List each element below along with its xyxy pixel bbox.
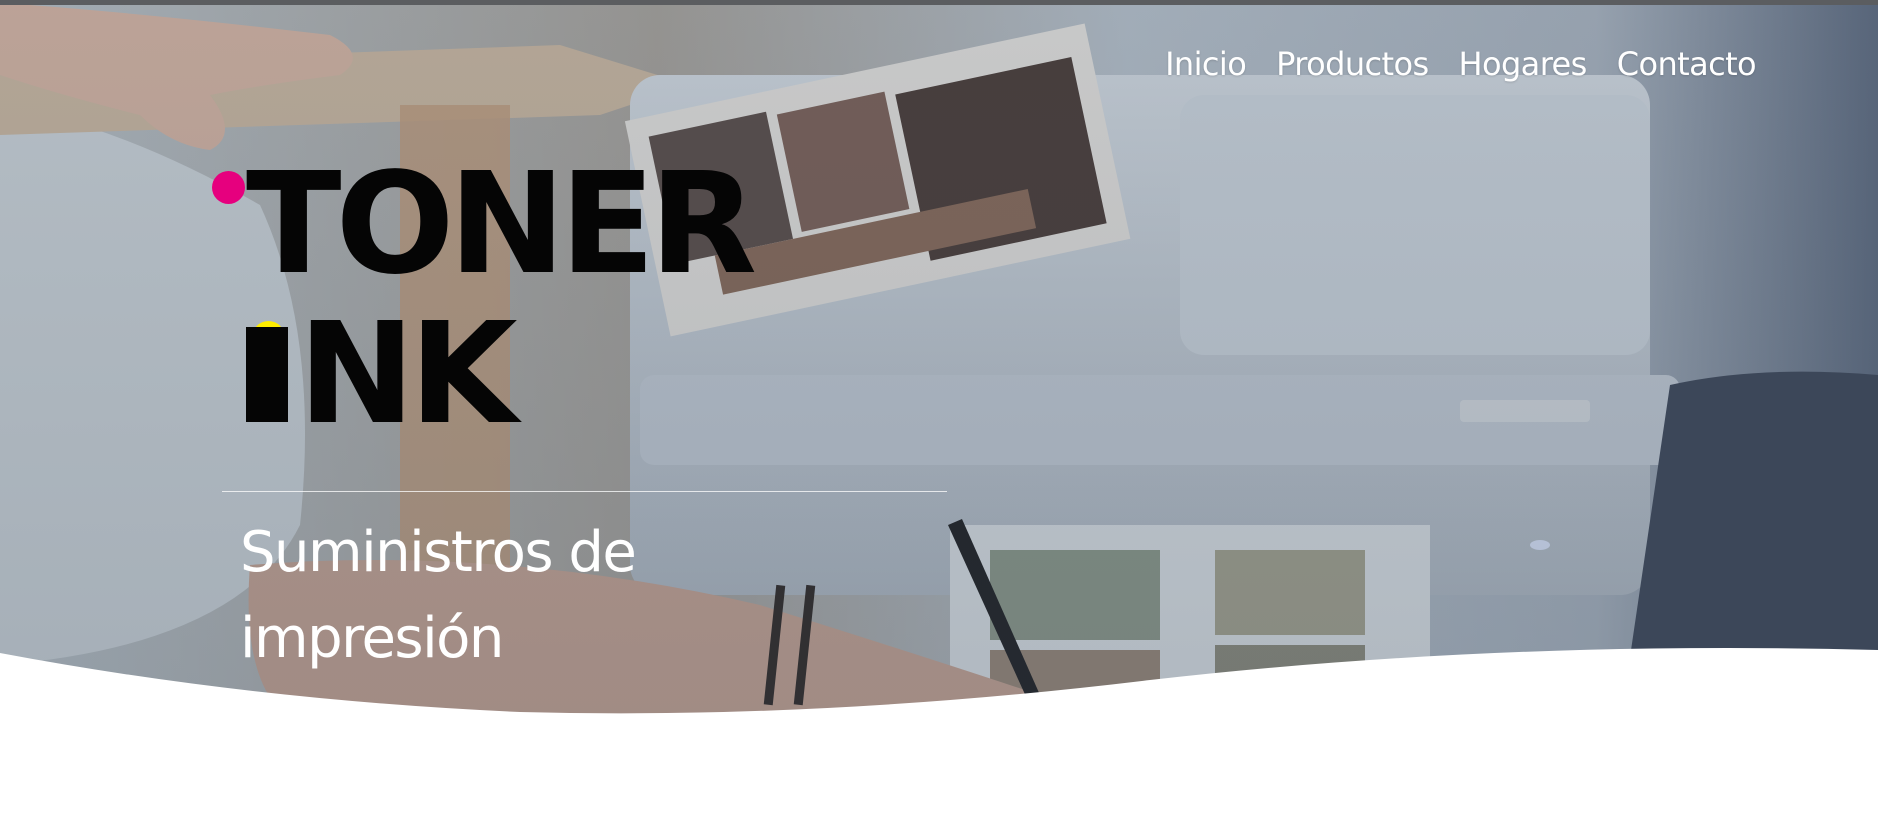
nav-item-productos[interactable]: Productos	[1276, 45, 1429, 83]
logo-word-ink-rest: NK	[298, 293, 518, 456]
logo-word-ink: NK	[246, 305, 518, 445]
nav-item-contacto[interactable]: Contacto	[1617, 45, 1757, 83]
nav-item-hogares[interactable]: Hogares	[1459, 45, 1588, 83]
brand-logo[interactable]: TONER NK	[210, 143, 757, 455]
hero-divider	[222, 491, 947, 492]
logo-i-stem	[246, 327, 288, 422]
magenta-dot-icon	[212, 171, 245, 204]
hero-section: Inicio Productos Hogares Contacto TONER …	[0, 5, 1878, 725]
hero-tagline: Suministros de impresión	[240, 520, 637, 671]
logo-word-toner: TONER	[246, 143, 757, 306]
nav-item-inicio[interactable]: Inicio	[1165, 45, 1247, 83]
main-nav: Inicio Productos Hogares Contacto	[1165, 45, 1757, 83]
